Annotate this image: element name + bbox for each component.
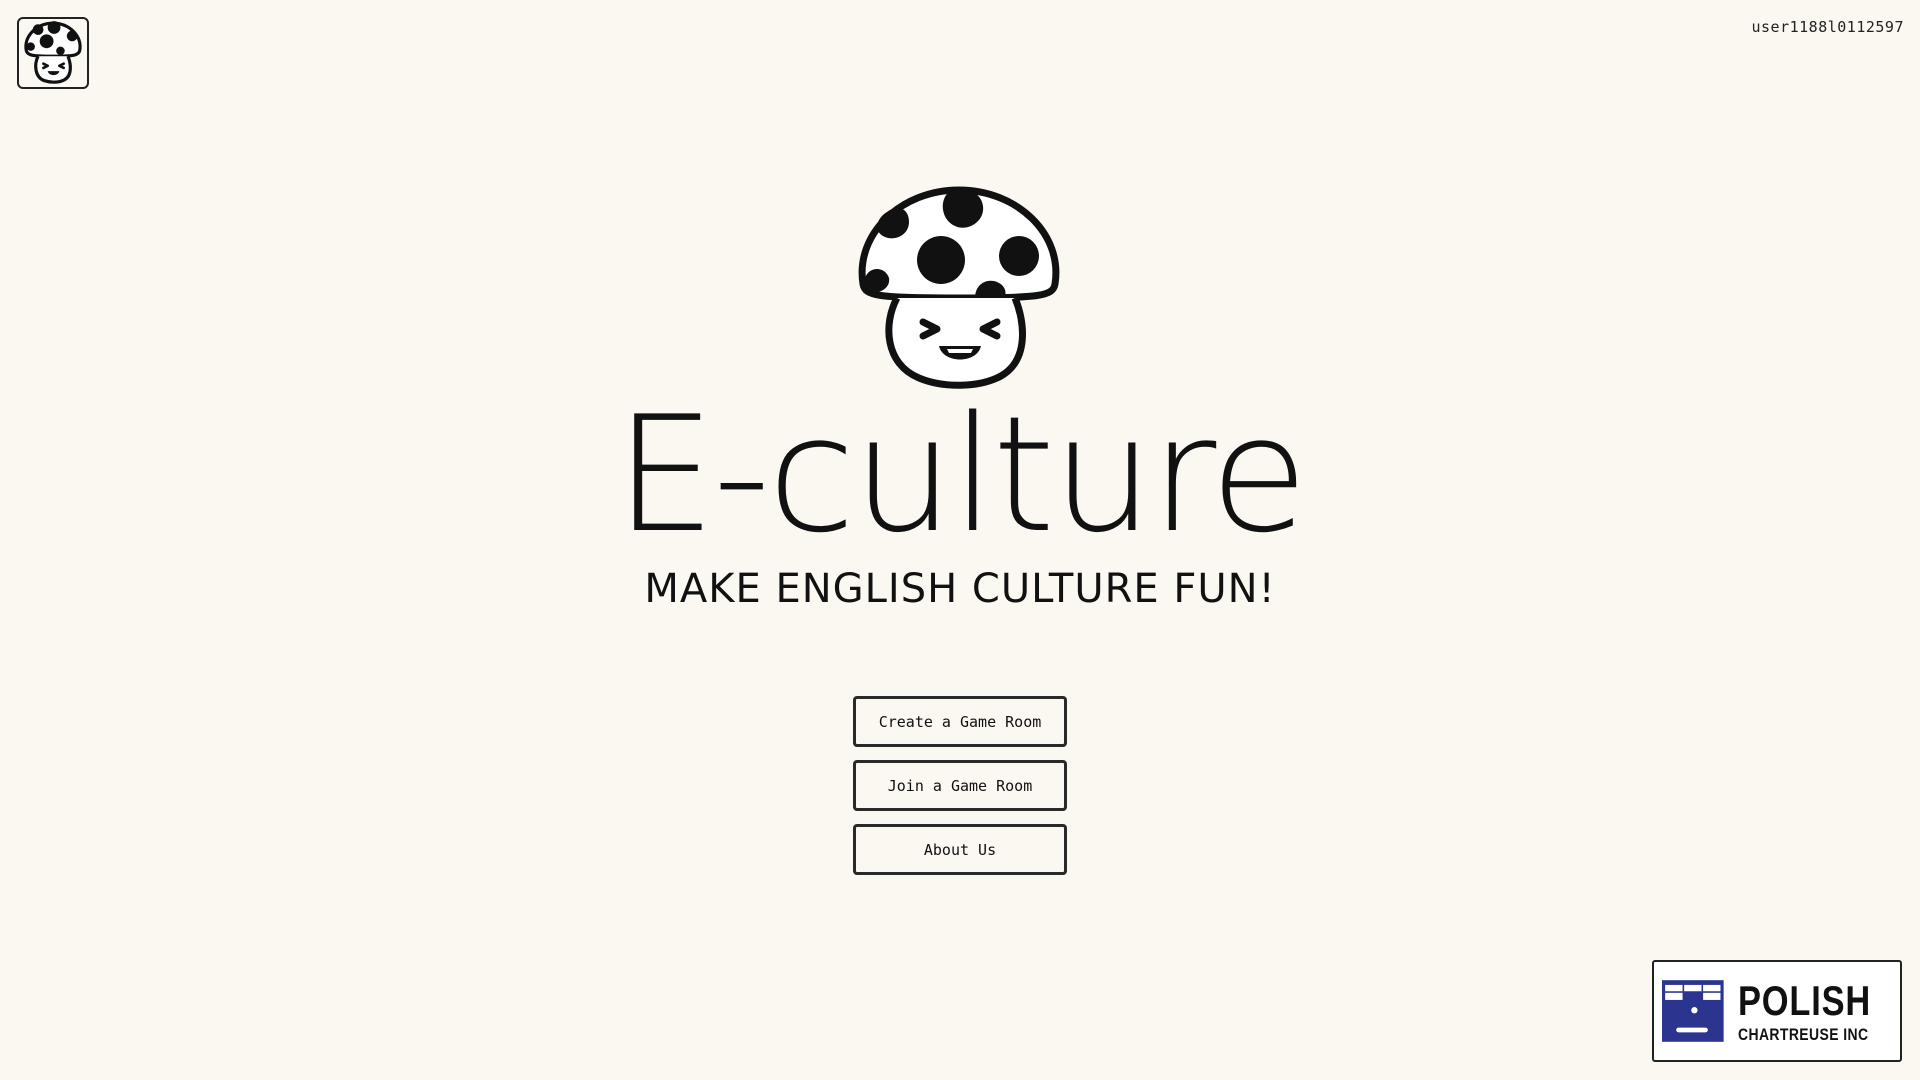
about-us-button[interactable]: About Us — [853, 824, 1067, 875]
create-game-room-button[interactable]: Create a Game Room — [853, 696, 1067, 747]
tagline: MAKE ENGLISH CULTURE FUN! — [644, 566, 1276, 612]
app-title: E-culture — [614, 381, 1309, 568]
sponsor-name: POLISH — [1737, 976, 1871, 1024]
home-screen: user1188l0112597 E-culture MAKE ENGLISH … — [0, 0, 1920, 1080]
polish-chartreuse-logo-icon — [1662, 980, 1724, 1042]
join-game-room-button[interactable]: Join a Game Room — [853, 760, 1067, 811]
home-logo-button[interactable] — [17, 17, 89, 89]
sponsor-text: POLISH CHARTREUSE INC — [1737, 976, 1900, 1044]
username-label: user1188l0112597 — [1751, 18, 1904, 36]
mushroom-mascot-icon — [858, 186, 1060, 389]
mushroom-icon — [24, 21, 82, 84]
sponsor-subtitle: CHARTREUSE INC — [1737, 1024, 1869, 1044]
main-menu: Create a Game Room Join a Game Room Abou… — [853, 696, 1067, 875]
sponsor-logo[interactable]: POLISH CHARTREUSE INC — [1652, 960, 1902, 1062]
